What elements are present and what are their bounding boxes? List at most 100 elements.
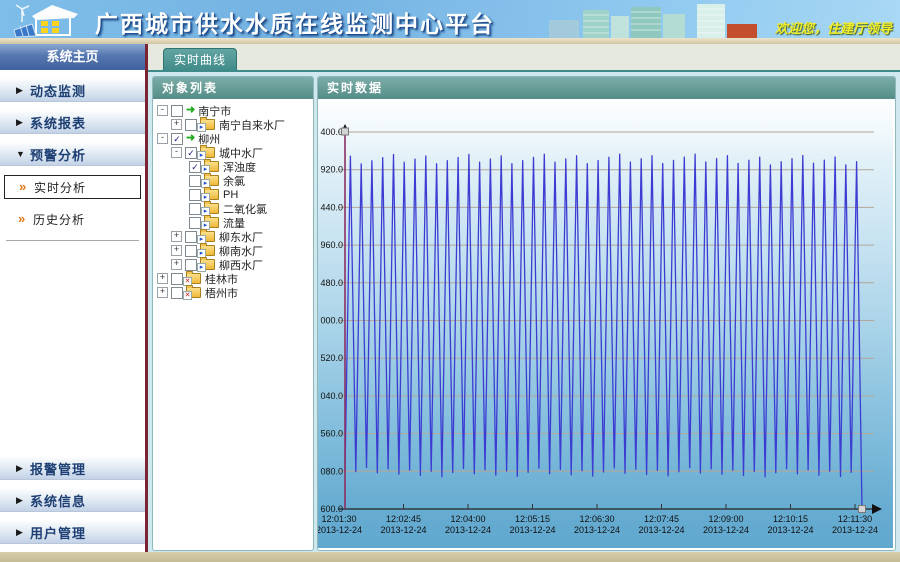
- arrow-badge-icon: ▸: [197, 123, 206, 132]
- chevron-right-icon: ▶: [16, 495, 30, 506]
- skyline-graphic: [547, 0, 772, 38]
- realtime-data-panel: 实时数据 400.0920.0440.0960.0480.0000.0520.0…: [317, 76, 896, 551]
- tree-checkbox[interactable]: [171, 273, 183, 285]
- x-tick-time-label: 12:09:00: [708, 514, 743, 524]
- tree-node[interactable]: -✓▸城中水厂: [153, 146, 313, 159]
- chevron-right-icon: ▶: [16, 117, 30, 128]
- y-tick-label: 920.0: [320, 165, 343, 175]
- welcome-text: 欢迎您，住建厅领导: [775, 18, 892, 37]
- x-tick-time-label: 12:02:45: [386, 514, 421, 524]
- folder-tab: [204, 201, 211, 204]
- tree-checkbox[interactable]: ✓: [171, 133, 183, 145]
- sidebar-item-home[interactable]: 系统主页: [0, 44, 145, 70]
- tree-node-label: PH: [223, 189, 238, 201]
- x-tick-time-label: 12:11:30: [838, 514, 872, 524]
- y-tick-label: 040.0: [320, 391, 343, 401]
- sidebar: 系统主页 ▶动态监测▶系统报表▼预警分析 »实时分析»历史分析 ▶报警管理▶系统…: [0, 44, 145, 552]
- app-root: 广西城市供水水质在线监测中心平台 欢迎您，住建厅领导 系统主页 ▶动态监测▶系: [0, 0, 900, 562]
- tree-checkbox[interactable]: ✓: [189, 161, 201, 173]
- tree-node-label: 余氯: [223, 173, 245, 189]
- submenu-item-0[interactable]: »实时分析: [4, 175, 141, 199]
- collapse-toggle-icon[interactable]: -: [157, 105, 168, 116]
- range-handle-top[interactable]: [342, 128, 349, 135]
- tree-node[interactable]: +✕桂林市: [153, 272, 313, 285]
- orange-chevron-icon: »: [18, 212, 33, 226]
- tree-checkbox[interactable]: ✓: [185, 147, 197, 159]
- tree-node[interactable]: ▸二氧化氯: [153, 202, 313, 215]
- sidebar-item-0[interactable]: ▶动态监测: [0, 78, 145, 102]
- tree-checkbox[interactable]: [185, 245, 197, 257]
- sidebar-submenu: »实时分析»历史分析: [0, 175, 145, 230]
- tree-node[interactable]: +▸南宁自来水厂: [153, 118, 313, 131]
- submenu-item-label: 实时分析: [34, 179, 86, 196]
- x-badge-icon: ✕: [183, 291, 192, 300]
- expand-toggle-icon[interactable]: +: [157, 287, 168, 298]
- app-title: 广西城市供水水质在线监测中心平台: [95, 5, 495, 39]
- expand-toggle-icon[interactable]: +: [171, 119, 182, 130]
- folder-tab: [204, 173, 211, 176]
- tab-underline: [148, 70, 900, 72]
- chevron-right-icon: ▶: [16, 463, 30, 474]
- chevron-right-icon: ▶: [16, 527, 30, 538]
- tree-node-label: 梧州市: [205, 285, 238, 301]
- folder-icon: ▸: [200, 259, 215, 270]
- object-tree: -➜南宁市+▸南宁自来水厂-✓➜柳州-✓▸城中水厂✓▸浑浊度▸余氯▸PH▸二氧化…: [153, 99, 313, 299]
- green-arrow-icon: ➜: [186, 105, 195, 116]
- collapse-toggle-icon[interactable]: -: [157, 133, 168, 144]
- tab-realtime-curve[interactable]: 实时曲线: [163, 48, 237, 71]
- tree-checkbox[interactable]: [189, 217, 201, 229]
- object-list-panel: 对象列表 -➜南宁市+▸南宁自来水厂-✓➜柳州-✓▸城中水厂✓▸浑浊度▸余氯▸P…: [152, 76, 314, 551]
- range-handle-bottom[interactable]: [859, 506, 866, 513]
- folder-tab: [200, 243, 207, 246]
- tree-checkbox[interactable]: [189, 175, 201, 187]
- tree-node[interactable]: -✓➜柳州: [153, 132, 313, 145]
- sidebar-item-label: 用户管理: [30, 523, 86, 542]
- tree-node[interactable]: + ✕ 梧州市: [153, 286, 313, 299]
- tree-node[interactable]: +▸柳东水厂: [153, 230, 313, 243]
- x-tick-date-label: 2013-12-24: [574, 525, 620, 535]
- tree-checkbox[interactable]: [171, 105, 183, 117]
- x-tick-date-label: 2013-12-24: [703, 525, 749, 535]
- expand-toggle-icon[interactable]: +: [171, 259, 182, 270]
- folder-tab: [204, 187, 211, 190]
- tree-node[interactable]: +▸柳南水厂: [153, 244, 313, 257]
- tree-node[interactable]: ▸余氯: [153, 174, 313, 187]
- folder-icon: ▸: [200, 119, 215, 130]
- footer-strip: [0, 552, 900, 562]
- expand-toggle-icon[interactable]: +: [171, 245, 182, 256]
- tree-checkbox[interactable]: [185, 119, 197, 131]
- tree-node[interactable]: -➜南宁市: [153, 104, 313, 117]
- folder-icon: ▸: [200, 231, 215, 242]
- sidebar-item-0[interactable]: ▶报警管理: [0, 456, 145, 480]
- tree-checkbox[interactable]: [171, 287, 183, 299]
- sidebar-item-label: 系统信息: [30, 491, 86, 510]
- chart-area: 400.0920.0440.0960.0480.0000.0520.0040.0…: [318, 99, 893, 548]
- x-tick-time-label: 12:06:30: [579, 514, 614, 524]
- tree-checkbox[interactable]: [189, 203, 201, 215]
- tree-node[interactable]: ▸PH: [153, 188, 313, 201]
- chart-svg: 400.0920.0440.0960.0480.0000.0520.0040.0…: [318, 99, 893, 548]
- tree-checkbox[interactable]: [185, 231, 197, 243]
- x-tick-time-label: 12:04:00: [450, 514, 485, 524]
- folder-tab: [204, 215, 211, 218]
- tree-node[interactable]: ▸流量: [153, 216, 313, 229]
- sidebar-item-1[interactable]: ▶系统信息: [0, 488, 145, 512]
- submenu-item-1[interactable]: »历史分析: [4, 208, 141, 230]
- tree-checkbox[interactable]: [185, 259, 197, 271]
- tree-checkbox[interactable]: [189, 189, 201, 201]
- folder-tab: [186, 285, 193, 288]
- tree-node[interactable]: ✓▸浑浊度: [153, 160, 313, 173]
- x-tick-time-label: 12:07:45: [644, 514, 679, 524]
- sidebar-item-1[interactable]: ▶系统报表: [0, 110, 145, 134]
- sidebar-menu-bottom: ▶报警管理▶系统信息▶用户管理: [0, 448, 145, 544]
- sidebar-item-label: 系统报表: [30, 113, 86, 132]
- green-arrow-icon: ➜: [186, 133, 195, 144]
- y-tick-label: 480.0: [320, 278, 343, 288]
- sidebar-item-2[interactable]: ▼预警分析: [0, 142, 145, 166]
- sidebar-item-2[interactable]: ▶用户管理: [0, 520, 145, 544]
- collapse-toggle-icon[interactable]: -: [171, 147, 182, 158]
- expand-toggle-icon[interactable]: +: [171, 231, 182, 242]
- tree-node[interactable]: +▸柳西水厂: [153, 258, 313, 271]
- chevron-down-icon: ▼: [16, 149, 30, 159]
- expand-toggle-icon[interactable]: +: [157, 273, 168, 284]
